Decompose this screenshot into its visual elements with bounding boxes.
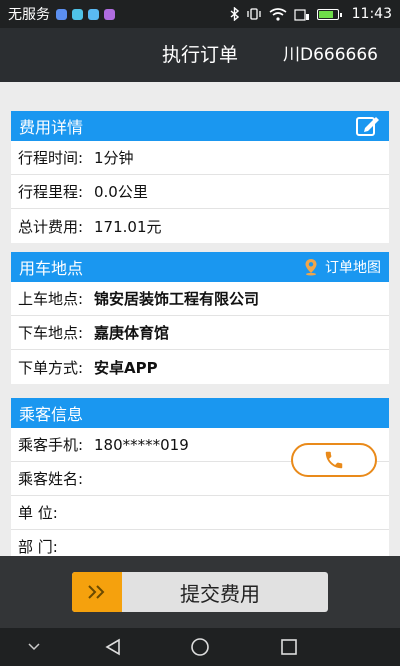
company-label: 单 位: [18, 504, 58, 522]
app-notification-icon [72, 8, 83, 20]
status-bar: 无服务 11:43 [0, 0, 400, 28]
order-method-label: 下单方式: [18, 358, 84, 377]
fee-section-title: 费用详情 [19, 118, 84, 137]
passenger-row-company: 单 位: [11, 496, 389, 530]
nav-back-button[interactable] [98, 628, 128, 666]
app-notification-icon [56, 8, 67, 20]
duration-label: 行程时间: [18, 149, 84, 167]
submit-fee-button[interactable]: 提交费用 [72, 572, 328, 612]
fee-row-duration: 行程时间: 1分钟 [11, 141, 389, 175]
app-notification-icon [88, 8, 99, 20]
passenger-section-title: 乘客信息 [19, 405, 84, 424]
distance-label: 行程里程: [18, 183, 84, 201]
passenger-name-label: 乘客姓名: [18, 470, 84, 488]
passenger-phone-value: 180*****019 [94, 435, 189, 454]
dropoff-value: 嘉庚体育馆 [94, 324, 170, 342]
clock: 11:43 [351, 6, 392, 22]
nav-collapse-button[interactable] [22, 628, 46, 666]
home-circle-icon [191, 638, 209, 656]
call-passenger-button[interactable] [291, 443, 377, 477]
total-fee-value: 171.01元 [94, 217, 162, 236]
vibrate-icon [246, 8, 261, 20]
system-nav-bar [0, 628, 400, 666]
dropoff-label: 下车地点: [18, 324, 84, 342]
pickup-value: 锦安居装饰工程有限公司 [94, 290, 260, 308]
submit-fee-label: 提交费用 [180, 581, 260, 606]
location-row-pickup: 上车地点: 锦安居装饰工程有限公司 [11, 282, 389, 316]
double-chevron-right-icon [72, 572, 122, 612]
nav-home-button[interactable] [185, 628, 215, 666]
order-map-label: 订单地图 [325, 260, 381, 276]
top-app-bar: 执行订单 川D666666 [0, 28, 400, 82]
nav-recents-button[interactable] [274, 628, 304, 666]
passenger-phone-label: 乘客手机: [18, 436, 84, 454]
chevron-down-icon [28, 643, 40, 651]
fee-section-header: 费用详情 [11, 111, 389, 141]
fee-row-total: 总计费用: 171.01元 [11, 209, 389, 243]
edit-icon [356, 117, 379, 136]
location-section-header: 用车地点 订单地图 [11, 252, 389, 282]
carrier-label: 无服务 [8, 7, 50, 23]
plate-number: 川D666666 [283, 45, 378, 65]
location-section-title: 用车地点 [19, 259, 84, 278]
location-row-dropoff: 下车地点: 嘉庚体育馆 [11, 316, 389, 350]
location-row-order-method: 下单方式: 安卓APP [11, 350, 389, 384]
signal-icon [294, 8, 309, 21]
duration-value: 1分钟 [94, 149, 134, 167]
fee-row-distance: 行程里程: 0.0公里 [11, 175, 389, 209]
order-map-link[interactable]: 订单地图 [303, 257, 381, 277]
phone-icon [325, 451, 343, 469]
passenger-section-header: 乘客信息 [11, 398, 389, 428]
recents-square-icon [281, 639, 297, 655]
order-content: 费用详情 行程时间: 1分钟 行程里程: 0.0公里 总计费用: 171.01元… [0, 82, 400, 556]
passenger-row-department: 部 门: [11, 530, 389, 556]
wifi-icon [269, 7, 287, 21]
passenger-section: 乘客信息 乘客手机: 180*****019 乘客姓名: 单 位: 部 门: [11, 398, 389, 556]
total-fee-label: 总计费用: [18, 217, 84, 236]
distance-value: 0.0公里 [94, 183, 148, 201]
pickup-label: 上车地点: [18, 290, 84, 308]
battery-icon [316, 8, 342, 20]
bluetooth-icon [230, 7, 239, 21]
fee-section: 费用详情 行程时间: 1分钟 行程里程: 0.0公里 总计费用: 171.01元 [11, 111, 389, 243]
app-notification-icon [104, 8, 115, 20]
back-triangle-icon [105, 638, 120, 656]
map-pin-icon [305, 259, 317, 276]
location-section: 用车地点 订单地图 上车地点: 锦安居装饰工程有限公司 下车地点: 嘉庚体育馆 … [11, 252, 389, 384]
order-method-value: 安卓APP [94, 358, 158, 377]
bottom-action-bar: 提交费用 [0, 556, 400, 628]
department-label: 部 门: [18, 538, 58, 556]
edit-fee-button[interactable] [355, 115, 381, 137]
